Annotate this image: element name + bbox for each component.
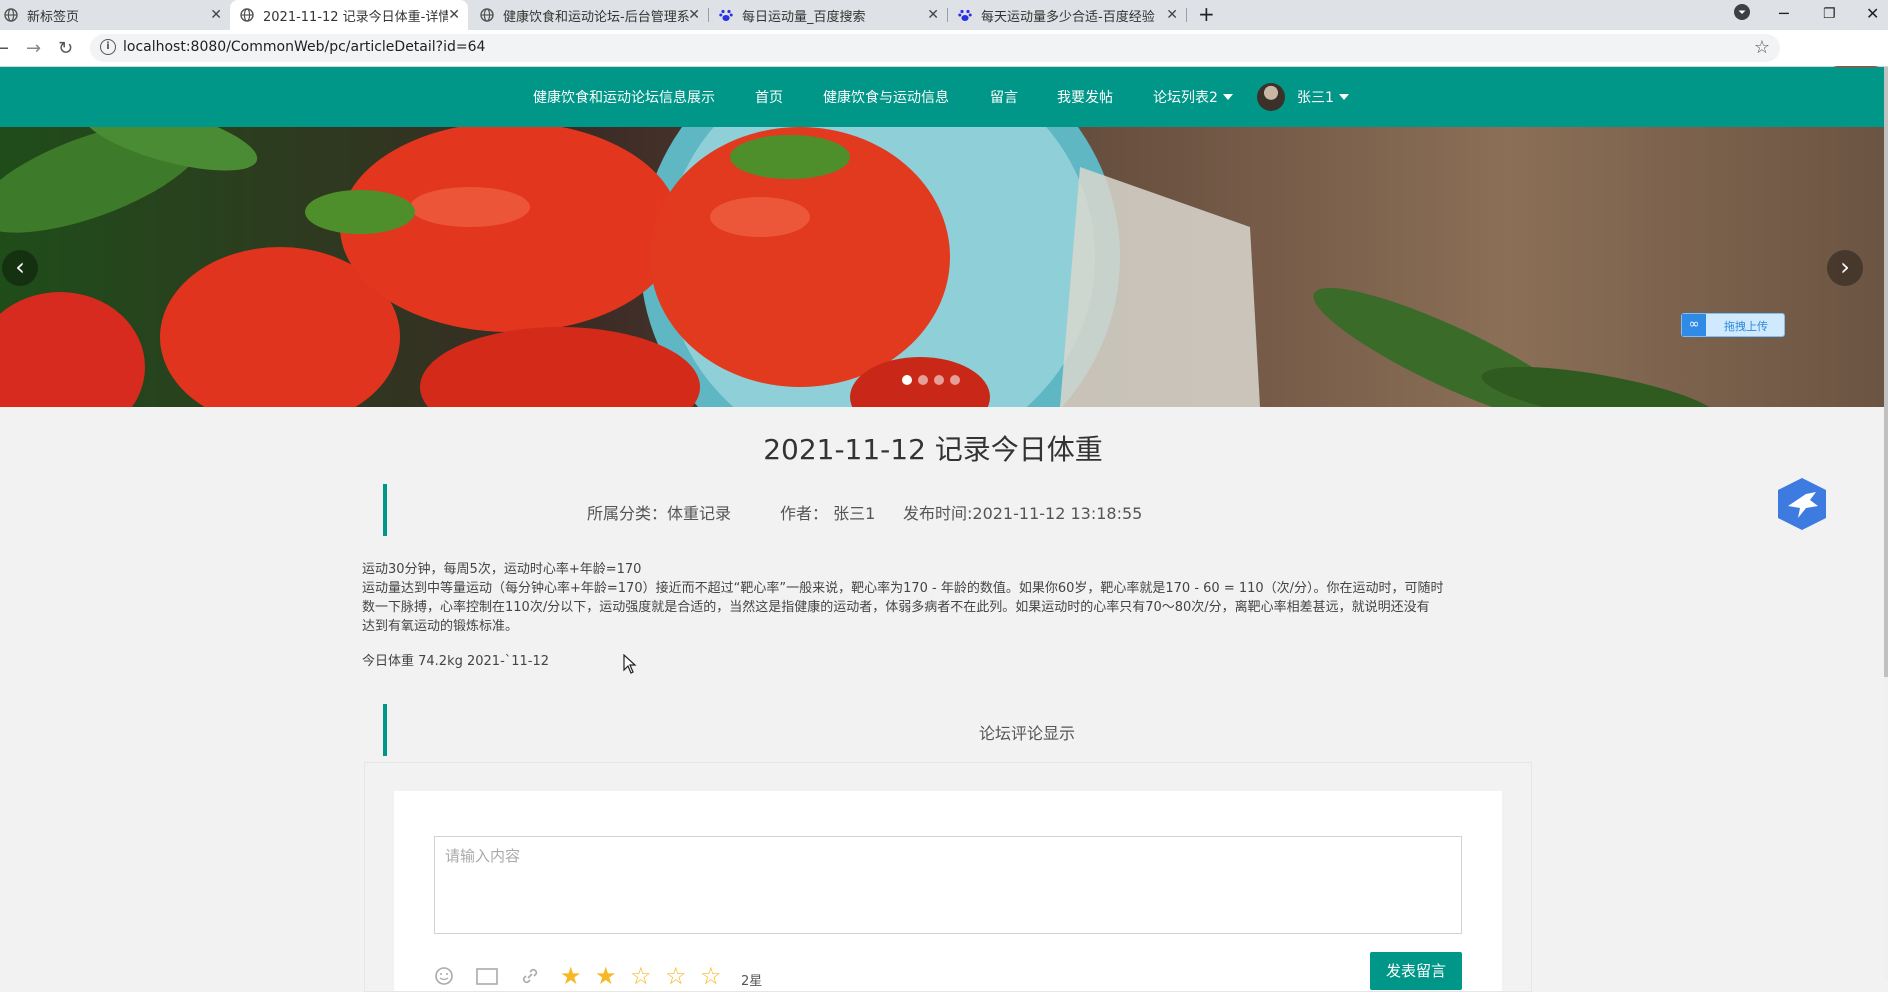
baidu-paw-icon — [958, 8, 972, 22]
new-tab-button[interactable]: + — [1198, 2, 1215, 26]
carousel-dot[interactable] — [950, 375, 960, 385]
browser-tab-new[interactable]: 新标签页 ✕ — [0, 0, 230, 30]
drag-upload-badge[interactable]: ∞ 拖拽上传 — [1681, 313, 1785, 337]
reload-icon[interactable]: ↻ — [58, 38, 73, 59]
article-title: 2021-11-12 记录今日体重 — [763, 433, 1103, 466]
address-bar: ← → ↻ i localhost:8080/CommonWeb/pc/arti… — [0, 30, 1888, 90]
browser-tab-baidu-search[interactable]: 每日运动量_百度搜索 ✕ — [709, 0, 947, 30]
cloud-upload-icon: ∞ — [1682, 314, 1706, 336]
bookmark-star-icon[interactable]: ☆ — [1754, 37, 1770, 58]
banner-carousel[interactable]: ‹ › — [0, 127, 1884, 407]
close-icon[interactable]: ✕ — [448, 7, 460, 23]
user-name: 张三1 — [1297, 90, 1334, 106]
site-navbar: 健康饮食和运动论坛信息展示 首页 健康饮食与运动信息 留言 我要发帖 论坛列表2… — [0, 67, 1884, 127]
back-icon[interactable]: ← — [0, 38, 9, 59]
meta-accent-bar — [383, 484, 387, 536]
image-icon[interactable] — [476, 966, 498, 986]
nav-item-message[interactable]: 留言 — [990, 87, 1018, 107]
globe-icon — [4, 8, 18, 22]
tab-title: 健康饮食和运动论坛-后台管理系 — [503, 9, 690, 25]
nav-item-health-info[interactable]: 健康饮食与运动信息 — [823, 87, 949, 107]
article-paragraph: 数一下脉搏，心率控制在110次/分以下，运动强度就是合适的，当然这是指健康的运动… — [362, 600, 1430, 615]
chevron-down-icon — [1222, 94, 1233, 100]
browser-tab-baidu-jingyan[interactable]: 每天运动量多少合适-百度经验 ✕ — [948, 0, 1186, 30]
nav-item-post[interactable]: 我要发帖 — [1057, 87, 1113, 107]
upload-label: 拖拽上传 — [1724, 320, 1768, 333]
article-paragraph: 达到有氧运动的锻炼标准。 — [362, 619, 519, 634]
carousel-dot[interactable] — [902, 375, 912, 385]
strawberry-photo — [0, 127, 1719, 407]
url-field[interactable]: i localhost:8080/CommonWeb/pc/articleDet… — [90, 34, 1780, 62]
tab-title: 每天运动量多少合适-百度经验 — [981, 9, 1155, 25]
window-close-icon[interactable]: ✕ — [1866, 4, 1879, 23]
tab-search-icon[interactable] — [1734, 4, 1750, 20]
emoji-icon[interactable] — [434, 966, 454, 986]
rating-star-1[interactable]: ★ — [560, 962, 582, 990]
bird-widget-icon[interactable] — [1776, 476, 1828, 532]
minimize-icon[interactable]: ─ — [1779, 4, 1789, 23]
chevron-right-icon[interactable]: › — [1827, 250, 1863, 286]
close-icon[interactable]: ✕ — [1166, 7, 1178, 23]
close-icon[interactable]: ✕ — [210, 7, 222, 23]
carousel-indicator — [902, 375, 960, 385]
baidu-paw-icon — [719, 8, 733, 22]
forward-icon[interactable]: → — [26, 38, 41, 59]
page-scrollbar[interactable] — [1884, 67, 1888, 980]
avatar[interactable] — [1257, 83, 1285, 111]
info-icon[interactable]: i — [100, 39, 116, 55]
url-text[interactable]: localhost:8080/CommonWeb/pc/articleDetai… — [123, 39, 485, 55]
rating-star-2[interactable]: ★ — [595, 962, 617, 990]
article-publish-time: 发布时间:2021-11-12 13:18:55 — [903, 504, 1143, 523]
chevron-left-icon[interactable]: ‹ — [2, 250, 38, 286]
nav-item-home[interactable]: 首页 — [755, 87, 783, 107]
article-paragraph: 运动量达到中等量运动（每分钟心率+年龄=170）接近而不超过“靶心率”一般来说，… — [362, 581, 1444, 596]
rating-star-3[interactable]: ☆ — [630, 962, 652, 990]
rating-star-4[interactable]: ☆ — [665, 962, 687, 990]
link-icon[interactable] — [520, 966, 540, 986]
comment-placeholder: 请输入内容 — [445, 847, 521, 865]
article-author: 作者： 张三1 — [780, 504, 876, 523]
browser-tab-article[interactable]: 2021-11-12 记录今日体重-详情 ✕ — [230, 0, 468, 30]
close-icon[interactable]: ✕ — [927, 7, 939, 23]
browser-tab-admin[interactable]: 健康饮食和运动论坛-后台管理系 ✕ — [468, 0, 708, 30]
carousel-dot[interactable] — [918, 375, 928, 385]
comment-textarea[interactable]: 请输入内容 — [434, 836, 1462, 934]
tab-separator — [1186, 8, 1187, 22]
rating-star-5[interactable]: ☆ — [700, 962, 722, 990]
close-icon[interactable]: ✕ — [688, 7, 700, 23]
nav-user-menu[interactable]: 张三1 — [1297, 87, 1349, 107]
globe-icon — [240, 8, 254, 22]
carousel-dot[interactable] — [934, 375, 944, 385]
submit-comment-button[interactable]: 发表留言 — [1370, 952, 1462, 990]
tab-title: 新标签页 — [27, 9, 80, 25]
nav-brand[interactable]: 健康饮食和运动论坛信息展示 — [533, 87, 715, 107]
comment-accent-bar — [383, 704, 387, 756]
globe-icon — [480, 8, 494, 22]
tab-title: 2021-11-12 记录今日体重-详情 — [263, 9, 448, 25]
article-paragraph: 运动30分钟，每周5次，运动时心率+年龄=170 — [362, 562, 642, 577]
nav-item-forum-list[interactable]: 论坛列表2 — [1153, 87, 1233, 107]
restore-icon[interactable]: ❐ — [1823, 6, 1836, 22]
forum-list-label: 论坛列表2 — [1153, 90, 1218, 106]
article-category: 所属分类：体重记录 — [587, 504, 732, 523]
tab-title: 每日运动量_百度搜索 — [742, 9, 866, 25]
browser-tab-strip: 新标签页 ✕ 2021-11-12 记录今日体重-详情 ✕ 健康饮食和运动论坛-… — [0, 0, 1888, 30]
weight-note: 今日体重 74.2kg 2021-`11-12 — [362, 654, 550, 669]
comment-section-title: 论坛评论显示 — [979, 724, 1076, 743]
chevron-down-icon — [1338, 94, 1349, 100]
scrollbar-thumb[interactable] — [1884, 67, 1888, 677]
